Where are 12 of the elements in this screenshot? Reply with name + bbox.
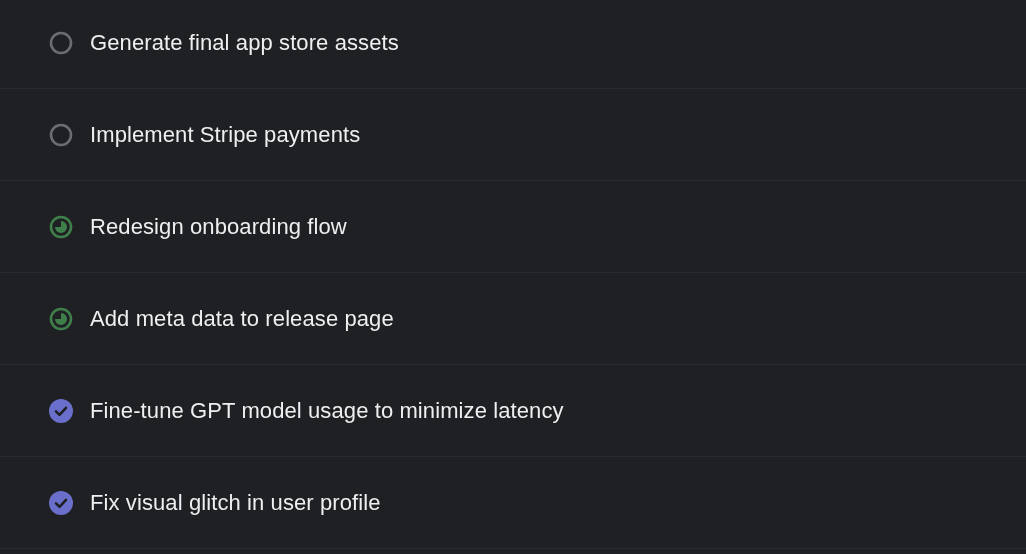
task-title[interactable]: Implement Stripe payments — [90, 121, 361, 148]
empty-circle-icon[interactable] — [49, 122, 73, 147]
task-title[interactable]: Redesign onboarding flow — [90, 213, 347, 240]
partial-circle-icon[interactable] — [49, 214, 73, 239]
task-title[interactable]: Add meta data to release page — [90, 305, 394, 332]
task-title[interactable]: Generate final app store assets — [90, 29, 399, 56]
check-circle-icon[interactable] — [49, 398, 73, 423]
task-title[interactable]: Fix visual glitch in user profile — [90, 489, 381, 516]
empty-circle-icon[interactable] — [49, 30, 73, 55]
task-title[interactable]: Fine-tune GPT model usage to minimize latency — [90, 397, 564, 424]
check-circle-icon[interactable] — [49, 490, 73, 515]
partial-circle-icon[interactable] — [49, 306, 73, 331]
